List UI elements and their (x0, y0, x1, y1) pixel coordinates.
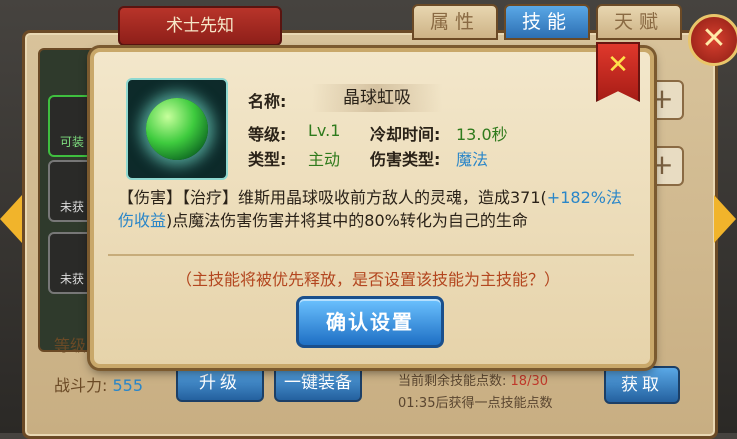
skill-description: 【伤害】【治疗】维斯用晶球吸收前方敌人的灵魂，造成371(+182%法伤收益)点… (118, 186, 626, 246)
skill-slot-3[interactable]: 未获 (48, 232, 96, 294)
skill-slot-label: 未获 (59, 272, 84, 286)
confirm-set-button[interactable]: 确认设置 (296, 296, 444, 348)
skill-slot-1[interactable]: 可装 (48, 95, 96, 157)
skill-type-value: 主动 (308, 150, 341, 169)
points-regen-text: 01:35后获得一点技能点数 (398, 396, 553, 411)
cooldown-label: 冷却时间: (370, 125, 441, 144)
level-label: 等级 (54, 336, 87, 355)
hero-title-banner: 术士先知 (118, 6, 282, 46)
upgrade-button[interactable]: 升级 (176, 364, 264, 402)
skill-type-label: 类型: (248, 150, 287, 169)
skill-slot-2[interactable]: 未获 (48, 160, 96, 222)
remaining-points-value: 18/30 (510, 374, 548, 389)
close-x-icon: ✕ (607, 50, 629, 80)
remaining-points-label: 当前剩余技能点数: (398, 374, 507, 389)
remaining-points: 当前剩余技能点数: 18/30 (398, 370, 548, 389)
skill-orb-icon (126, 78, 228, 180)
damage-type-value: 魔法 (456, 150, 489, 169)
tab-attributes[interactable]: 属性 (412, 4, 498, 40)
skill-name-label: 名称: (248, 92, 287, 111)
skill-name-value: 晶球虹吸 (312, 84, 442, 112)
next-arrow-icon[interactable] (714, 195, 736, 243)
cooldown-value: 13.0秒 (456, 125, 508, 144)
obtain-button[interactable]: 获取 (604, 366, 680, 404)
dialog-divider (108, 254, 634, 256)
description-text: )点魔法伤害伤害并将其中的80%转化为自己的生命 (166, 211, 528, 230)
combat-power-value: 555 (112, 376, 144, 395)
skill-slot-label: 未获 (59, 200, 84, 214)
combat-power: 战斗力: 555 (54, 372, 143, 396)
damage-type-label: 伤害类型: (370, 150, 441, 169)
skill-slot-label: 可装 (59, 135, 84, 149)
tab-skills[interactable]: 技能 (504, 4, 590, 40)
description-text: 【伤害】【治疗】维斯用晶球吸收前方敌人的灵魂，造成371( (118, 188, 547, 207)
background-close-icon[interactable]: ✕ (688, 14, 737, 66)
equip-all-button[interactable]: 一键装备 (274, 364, 362, 402)
skill-level-value: Lv.1 (308, 121, 341, 140)
skill-level-label: 等级: (248, 125, 287, 144)
tab-talents[interactable]: 天赋 (596, 4, 682, 40)
combat-power-label: 战斗力: (54, 376, 108, 395)
previous-arrow-icon[interactable] (0, 195, 22, 243)
green-crystal-orb-icon (146, 98, 208, 160)
main-skill-hint: （主技能将被优先释放，是否设置该技能为主技能？） (175, 270, 560, 289)
